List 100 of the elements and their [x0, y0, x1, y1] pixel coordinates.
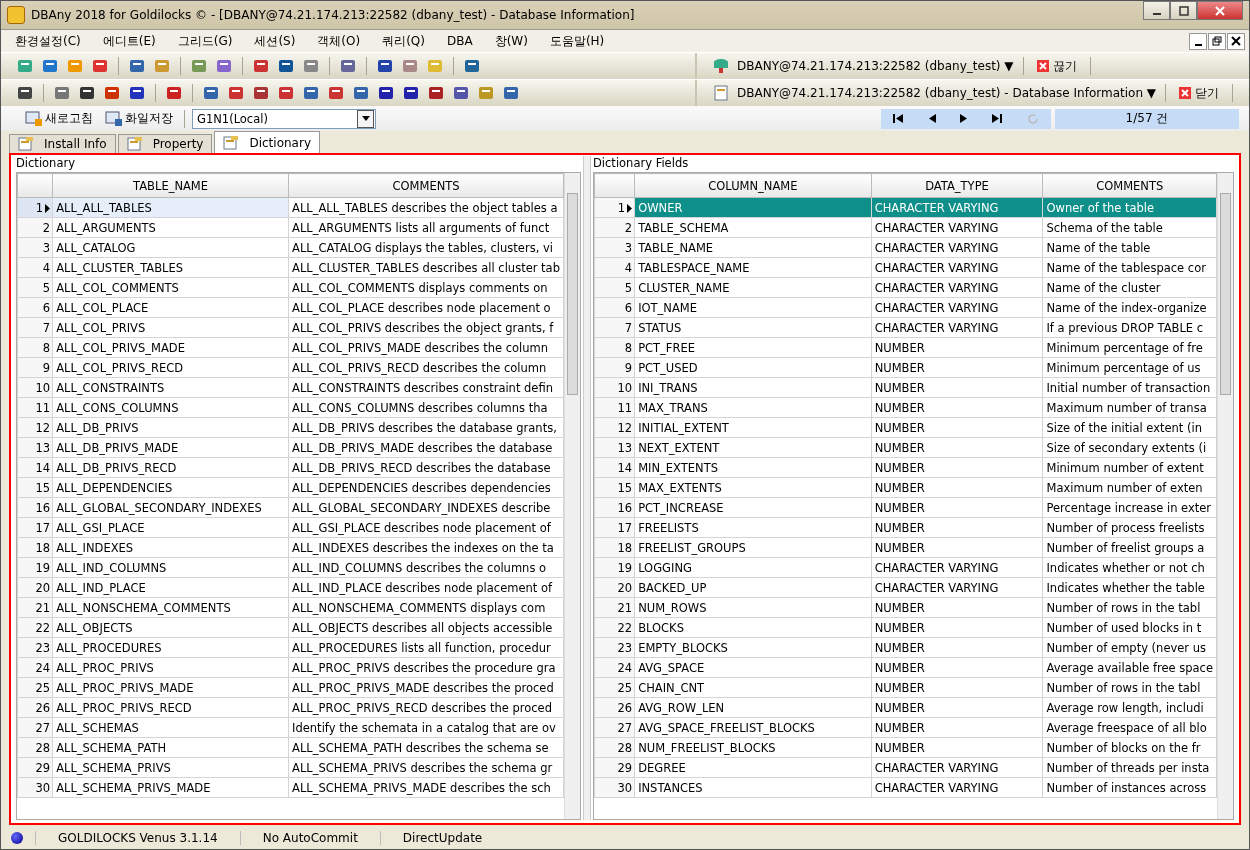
row-header[interactable]: 30	[594, 777, 635, 798]
row-header[interactable]: 5	[594, 277, 635, 298]
row-header[interactable]: 4	[17, 257, 53, 278]
row-header[interactable]: 25	[17, 677, 53, 698]
row-header[interactable]: 17	[594, 517, 635, 538]
maximize-button[interactable]	[1170, 1, 1197, 20]
menu-item[interactable]: 그리드(G)	[177, 32, 233, 50]
row-header[interactable]: 2	[594, 217, 635, 238]
row-header[interactable]: 18	[17, 537, 53, 558]
disconnect-button[interactable]: 끊기	[1032, 57, 1081, 75]
row-header[interactable]: 12	[17, 417, 53, 438]
row-header[interactable]: 28	[17, 737, 53, 758]
table-cell: ALL_DEPENDENCIES	[52, 477, 289, 498]
row-header[interactable]: 6	[17, 297, 53, 318]
column-header[interactable]: COMMENTS	[288, 173, 564, 198]
save-file-button[interactable]: 화일저장	[101, 110, 177, 127]
row-header[interactable]: 1	[17, 197, 53, 218]
row-header[interactable]: 13	[17, 437, 53, 458]
row-header[interactable]: 22	[594, 617, 635, 638]
row-header[interactable]: 29	[594, 757, 635, 778]
row-header[interactable]: 21	[594, 597, 635, 618]
row-header[interactable]: 5	[17, 277, 53, 298]
row-header[interactable]: 13	[594, 437, 635, 458]
menu-item[interactable]: DBA	[447, 34, 473, 48]
minimize-button[interactable]	[1189, 32, 1207, 50]
row-header[interactable]: 9	[17, 357, 53, 378]
scrollbar[interactable]	[564, 173, 580, 819]
row-header[interactable]: 9	[594, 357, 635, 378]
column-header[interactable]: TABLE_NAME	[52, 173, 289, 198]
row-header[interactable]: 24	[594, 657, 635, 678]
menu-item[interactable]: 세션(S)	[254, 32, 296, 50]
menu-item[interactable]: 도움말(H)	[549, 32, 605, 50]
tab[interactable]: Install Info	[9, 134, 116, 153]
column-header[interactable]: DATA_TYPE	[871, 173, 1043, 198]
row-header[interactable]: 18	[594, 537, 635, 558]
row-header[interactable]: 27	[594, 717, 635, 738]
first-record-icon[interactable]	[893, 114, 904, 123]
close-button[interactable]	[1227, 32, 1245, 50]
row-header[interactable]: 29	[17, 757, 53, 778]
row-header[interactable]: 30	[17, 777, 53, 798]
row-header[interactable]: 20	[594, 577, 635, 598]
restore-button[interactable]	[1208, 32, 1226, 50]
row-header[interactable]: 16	[594, 497, 635, 518]
row-header[interactable]: 14	[594, 457, 635, 478]
row-header[interactable]: 8	[594, 337, 635, 358]
menu-item[interactable]: 객체(O)	[317, 32, 361, 50]
row-header[interactable]: 10	[17, 377, 53, 398]
window-dropdown[interactable]: DBANY@74.21.174.213:22582 (dbany_test) - Database Information ▼	[737, 86, 1157, 100]
row-header[interactable]: 20	[17, 577, 53, 598]
next-record-icon[interactable]	[959, 114, 968, 123]
row-header[interactable]: 15	[594, 477, 635, 498]
table-cell: Minimum percentage of us	[1042, 357, 1217, 378]
tab[interactable]: Dictionary	[214, 131, 320, 153]
column-header[interactable]: COMMENTS	[1042, 173, 1217, 198]
menu-item[interactable]: 창(W)	[494, 32, 528, 50]
node-dropdown[interactable]: G1N1(Local)	[192, 108, 376, 129]
row-header[interactable]: 8	[17, 337, 53, 358]
row-number: 17	[35, 520, 51, 535]
row-header[interactable]: 23	[594, 637, 635, 658]
row-header[interactable]: 11	[594, 397, 635, 418]
last-record-icon[interactable]	[992, 114, 1003, 123]
menu-item[interactable]: 환경설정(C)	[15, 32, 81, 50]
row-header[interactable]: 12	[594, 417, 635, 438]
table-cell: CHARACTER VARYING	[871, 557, 1043, 578]
row-header[interactable]: 17	[17, 517, 53, 538]
row-header[interactable]: 4	[594, 257, 635, 278]
row-header[interactable]: 23	[17, 637, 53, 658]
row-number: 7	[624, 320, 633, 335]
column-header[interactable]: COLUMN_NAME	[634, 173, 872, 198]
row-header[interactable]: 3	[594, 237, 635, 258]
row-header[interactable]: 19	[17, 557, 53, 578]
row-header[interactable]: 7	[17, 317, 53, 338]
row-header[interactable]: 16	[17, 497, 53, 518]
row-header[interactable]: 6	[594, 297, 635, 318]
row-header[interactable]: 10	[594, 377, 635, 398]
refresh-button[interactable]: 새로고침	[21, 110, 97, 127]
row-header[interactable]: 3	[17, 237, 53, 258]
menu-item[interactable]: 쿼리(Q)	[382, 32, 425, 50]
row-header[interactable]: 1	[594, 197, 635, 218]
scrollbar[interactable]	[1217, 173, 1233, 819]
row-header[interactable]: 27	[17, 717, 53, 738]
menu-item[interactable]: 에디트(E)	[102, 32, 156, 50]
row-header[interactable]: 7	[594, 317, 635, 338]
row-header[interactable]: 22	[17, 617, 53, 638]
minimize-button[interactable]	[1143, 1, 1170, 20]
previous-record-icon[interactable]	[927, 114, 936, 123]
row-header[interactable]: 2	[17, 217, 53, 238]
tab[interactable]: Property	[117, 134, 213, 153]
row-header[interactable]: 15	[17, 477, 53, 498]
row-header[interactable]: 25	[594, 677, 635, 698]
connection-dropdown[interactable]: DBANY@74.21.174.213:22582 (dbany_test) ▼	[737, 59, 1014, 73]
row-header[interactable]: 11	[17, 397, 53, 418]
close-window-button[interactable]: 닫기	[1175, 84, 1224, 102]
row-header[interactable]: 21	[17, 597, 53, 618]
row-header[interactable]: 26	[17, 697, 53, 718]
row-header[interactable]: 26	[594, 697, 635, 718]
row-header[interactable]: 14	[17, 457, 53, 478]
row-header[interactable]: 28	[594, 737, 635, 758]
row-header[interactable]: 19	[594, 557, 635, 578]
row-header[interactable]: 24	[17, 657, 53, 678]
